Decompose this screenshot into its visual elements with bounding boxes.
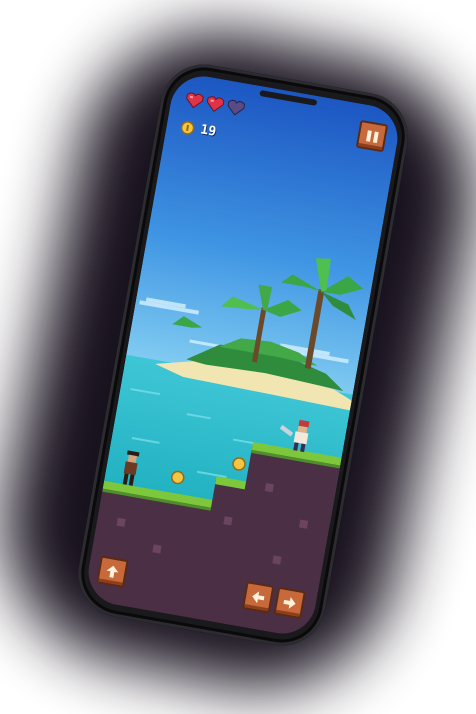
- arrow-right-icon: [283, 596, 296, 609]
- pause-icon: [365, 129, 372, 142]
- arrow-up-icon: [106, 565, 119, 578]
- pause-button[interactable]: [355, 119, 389, 153]
- heart-icon: [186, 92, 204, 109]
- arrow-left-icon: [252, 591, 265, 604]
- coin-icon: [180, 120, 195, 135]
- heart-empty-icon: [227, 99, 246, 116]
- move-left-button[interactable]: [241, 581, 275, 614]
- coin-count: 19: [199, 122, 218, 140]
- jump-button[interactable]: [96, 555, 129, 588]
- move-right-button[interactable]: [273, 586, 306, 620]
- heart-icon: [206, 96, 225, 112]
